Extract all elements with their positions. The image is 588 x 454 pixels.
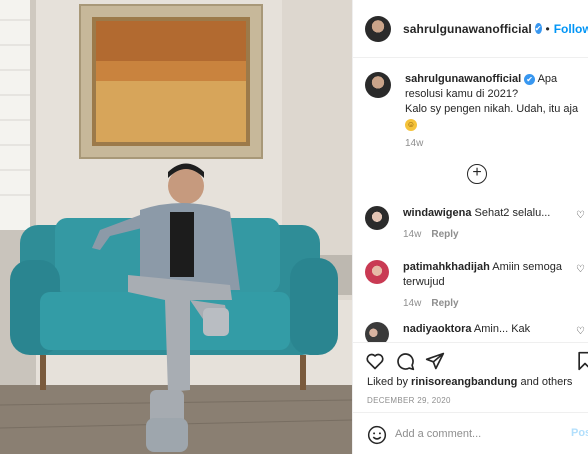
- avatar[interactable]: [365, 260, 389, 284]
- separator-dot: •: [545, 21, 550, 36]
- comment-item: windawigena Sehat2 selalu... 14w Reply ♡: [365, 206, 585, 240]
- follow-button[interactable]: Follow: [554, 22, 588, 36]
- comment-time[interactable]: 14w: [403, 229, 421, 240]
- comment-input[interactable]: [395, 423, 555, 445]
- caption-text: sahrulgunawanofficial ✔ Apa resolusi kamu…: [405, 72, 585, 132]
- reply-button[interactable]: Reply: [431, 229, 458, 240]
- comment-heart-icon[interactable]: ♡: [576, 264, 585, 275]
- avatar[interactable]: [365, 322, 389, 342]
- comment-username[interactable]: windawigena: [403, 207, 471, 219]
- comment-text: nadiyaoktora Amin... Kak: [403, 322, 585, 337]
- comment-time[interactable]: 14w: [403, 298, 421, 309]
- liked-user-link[interactable]: rinisoreangbandung: [411, 376, 517, 388]
- liked-prefix: Liked by: [367, 376, 408, 388]
- verified-icon: ✔: [524, 73, 536, 85]
- smiling-emoji-icon: ☺: [405, 119, 417, 131]
- verified-icon: ✔: [534, 23, 542, 34]
- caption-block: sahrulgunawanofficial ✔ Apa resolusi kamu…: [365, 72, 585, 132]
- comment-meta: 14w Reply: [403, 298, 585, 309]
- likes-summary: Liked by rinisoreangbandung and others: [367, 376, 572, 388]
- load-more-comments-button[interactable]: +: [467, 164, 487, 184]
- avatar[interactable]: [365, 15, 391, 42]
- comment-heart-icon[interactable]: ♡: [576, 210, 585, 221]
- action-bar: [353, 342, 588, 374]
- avatar[interactable]: [365, 72, 391, 98]
- share-icon[interactable]: [425, 351, 445, 376]
- avatar[interactable]: [365, 206, 389, 230]
- comment-heart-icon[interactable]: ♡: [576, 326, 585, 337]
- comment-text: windawigena Sehat2 selalu...: [403, 206, 585, 221]
- smile-icon[interactable]: [367, 425, 387, 445]
- instagram-post-view: sahrulgunawanofficial ✔ • Follow sahrulg…: [0, 0, 588, 454]
- comment-text: patimahkhadijah Amiin semoga terwujud: [403, 260, 585, 290]
- username-link[interactable]: sahrulgunawanofficial: [403, 22, 532, 36]
- post-photo[interactable]: [0, 0, 352, 454]
- reply-button[interactable]: Reply: [431, 298, 458, 309]
- comment-body: Amin... Kak: [473, 323, 531, 335]
- post-side-panel: sahrulgunawanofficial ✔ • Follow sahrulg…: [352, 0, 588, 454]
- caption-username[interactable]: sahrulgunawanofficial: [405, 73, 521, 85]
- comment-item: patimahkhadijah Amiin semoga terwujud 14…: [365, 260, 585, 309]
- comment-username[interactable]: patimahkhadijah: [403, 261, 490, 273]
- post-header: sahrulgunawanofficial ✔ • Follow: [353, 0, 588, 58]
- liked-suffix-link[interactable]: and others: [520, 376, 572, 388]
- add-comment-bar: Post: [353, 412, 588, 454]
- comment-username[interactable]: nadiyaoktora: [403, 323, 471, 335]
- heart-icon[interactable]: [365, 351, 385, 376]
- caption-line-2: Kalo sy pengen nikah. Udah, itu aja: [405, 103, 579, 115]
- post-date[interactable]: DECEMBER 29, 2020: [367, 396, 451, 405]
- photo-scene: [0, 0, 352, 454]
- comment-icon[interactable]: [395, 351, 415, 376]
- comment-item: nadiyaoktora Amin... Kak ♡: [365, 322, 585, 342]
- caption-timestamp[interactable]: 14w: [405, 138, 423, 149]
- comment-body: Sehat2 selalu...: [474, 207, 551, 219]
- post-button[interactable]: Post: [571, 427, 588, 439]
- comment-meta: 14w Reply: [403, 229, 585, 240]
- bookmark-icon[interactable]: [575, 351, 588, 376]
